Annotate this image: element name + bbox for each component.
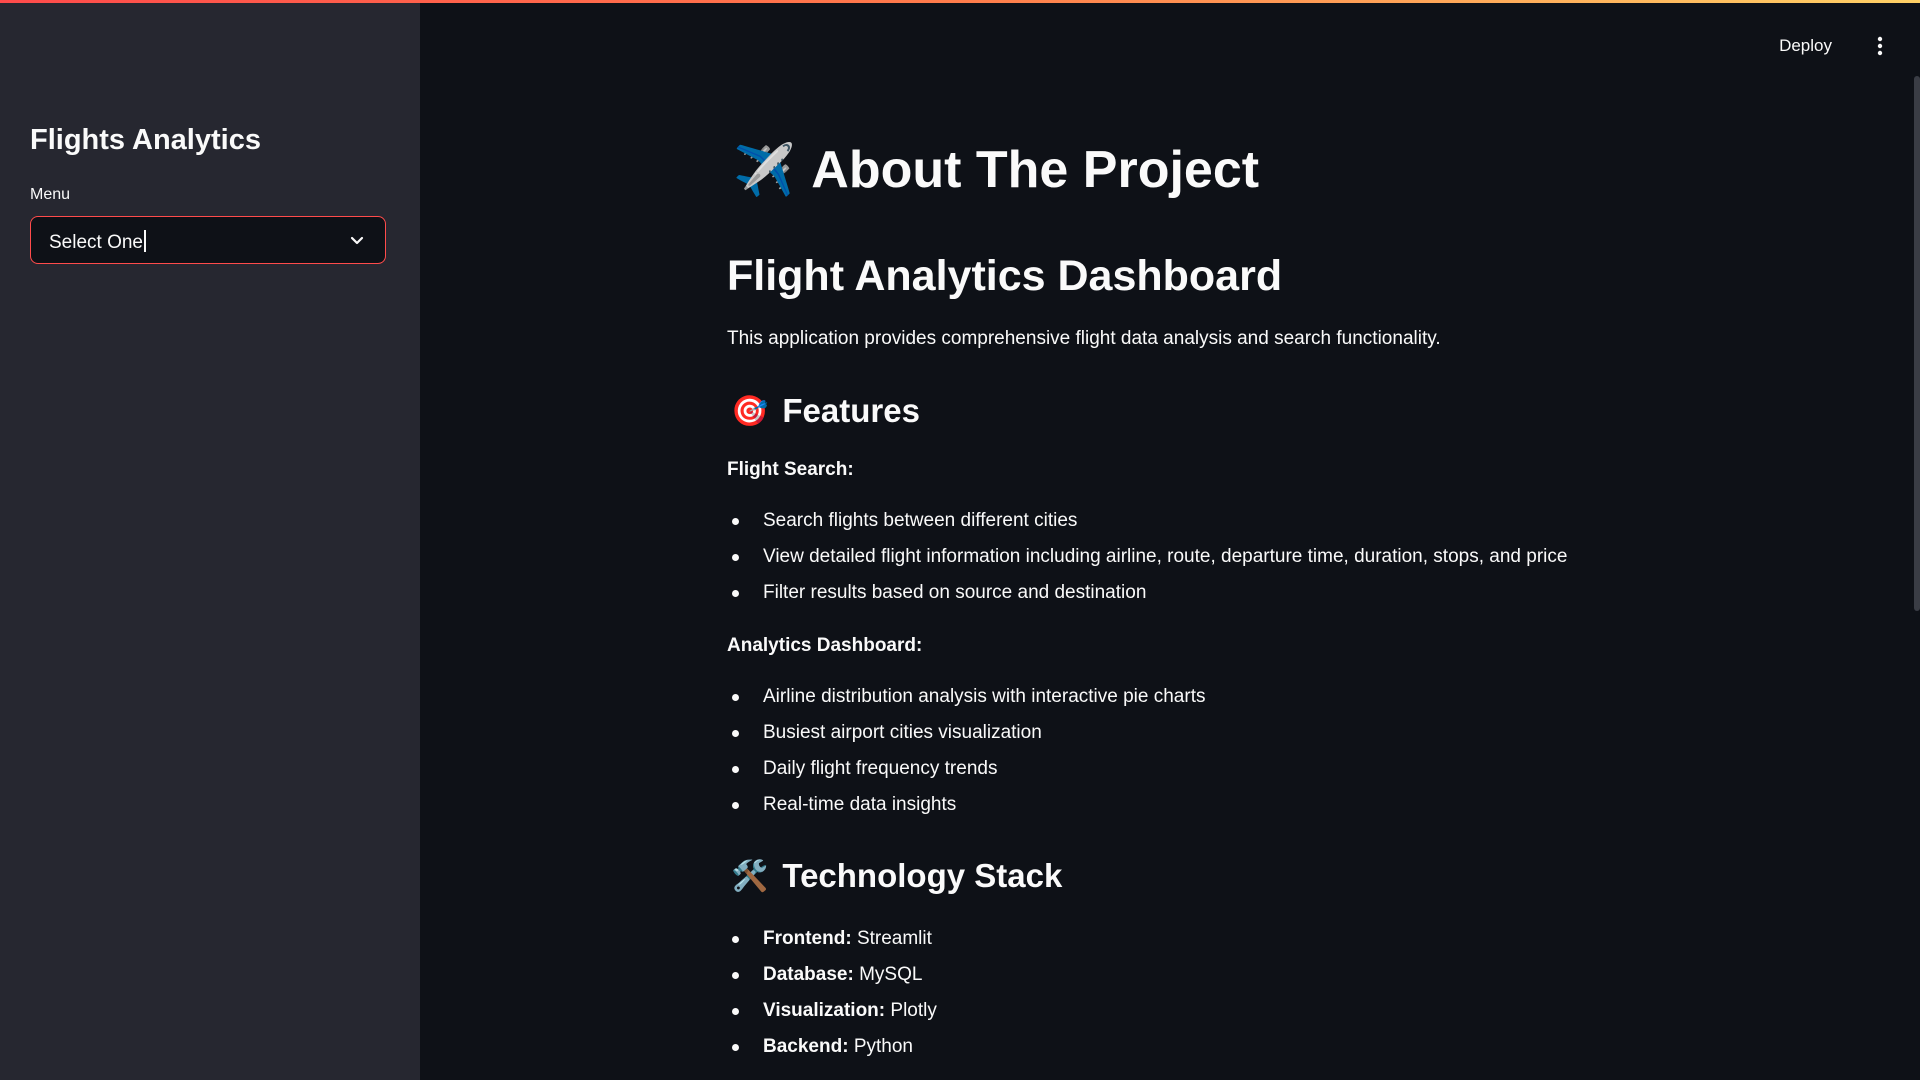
tech-value: Streamlit — [856, 928, 932, 949]
analytics-dashboard-label: Analytics Dashboard: — [727, 635, 923, 656]
main-menu-button[interactable] — [1870, 33, 1890, 59]
tech-stack-list: Frontend: Streamlit Database: MySQL Visu… — [727, 921, 1727, 1065]
sidebar-title: Flights Analytics — [30, 124, 261, 156]
tech-value: Plotly — [890, 1000, 937, 1021]
list-item: Real-time data insights — [727, 787, 1727, 823]
tech-stack-heading-text: Technology Stack — [782, 857, 1063, 894]
target-icon: 🎯 — [731, 394, 769, 428]
list-item: Airline distribution analysis with inter… — [727, 679, 1727, 715]
deploy-button[interactable]: Deploy — [1767, 30, 1844, 62]
menu-label: Menu — [30, 186, 71, 203]
tech-key: Backend: — [763, 1036, 849, 1057]
intro-text: This application provides comprehensive … — [727, 328, 1441, 349]
list-item: Daily flight frequency trends — [727, 751, 1727, 787]
tech-value: MySQL — [859, 964, 923, 985]
menu-select-text: Select One — [49, 232, 143, 253]
chevron-down-icon[interactable] — [347, 230, 367, 250]
page-title-text: About The Project — [811, 141, 1260, 199]
list-item: Visualization: Plotly — [727, 993, 1727, 1029]
top-decoration-bar — [0, 0, 1920, 3]
tech-key: Frontend: — [763, 928, 852, 949]
tech-key: Database: — [763, 964, 854, 985]
airplane-icon: ✈️ — [733, 141, 796, 198]
features-heading-text: Features — [782, 392, 920, 429]
tech-stack-heading: 🛠️ Technology Stack — [727, 857, 1062, 895]
text-caret — [144, 230, 146, 252]
tools-icon: 🛠️ — [731, 859, 769, 893]
list-item: Filter results based on source and desti… — [727, 575, 1727, 611]
header-toolbar: Deploy — [1767, 30, 1890, 62]
list-item: View detailed flight information includi… — [727, 539, 1727, 575]
scrollbar[interactable] — [1914, 0, 1920, 1080]
menu-select-value[interactable]: Select One — [49, 230, 146, 254]
dashboard-title: Flight Analytics Dashboard — [727, 252, 1283, 300]
list-item: Search flights between different cities — [727, 503, 1727, 539]
list-item: Frontend: Streamlit — [727, 921, 1727, 957]
flight-search-list: Search flights between different cities … — [727, 503, 1727, 611]
features-heading: 🎯 Features — [727, 392, 920, 430]
tech-key: Visualization: — [763, 1000, 886, 1021]
kebab-menu-icon — [1877, 36, 1883, 56]
sidebar: Flights Analytics Menu Select One — [0, 0, 420, 1080]
tech-value: Python — [853, 1036, 913, 1057]
list-item: Database: MySQL — [727, 957, 1727, 993]
analytics-list: Airline distribution analysis with inter… — [727, 679, 1727, 823]
scrollbar-thumb[interactable] — [1914, 76, 1920, 611]
list-item: Busiest airport cities visualization — [727, 715, 1727, 751]
menu-select[interactable]: Select One — [30, 216, 386, 264]
page-title: ✈️ About The Project — [727, 140, 1259, 200]
flight-search-label: Flight Search: — [727, 459, 854, 480]
list-item: Backend: Python — [727, 1029, 1727, 1065]
